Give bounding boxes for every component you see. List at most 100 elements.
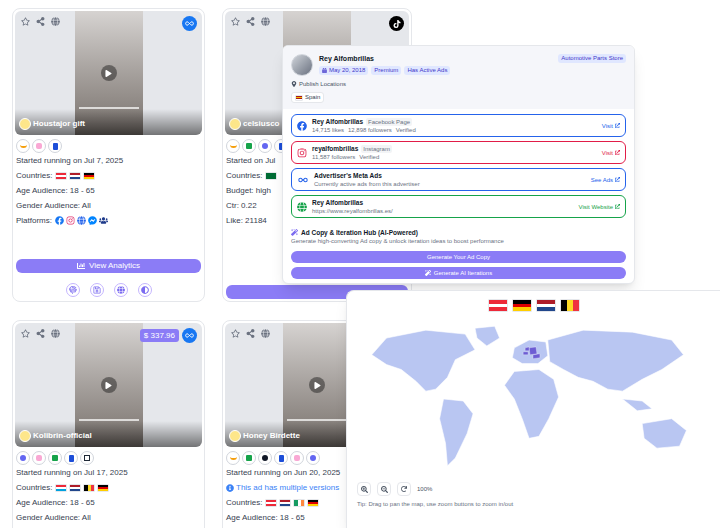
advertiser-name[interactable]: celsiusco — [243, 119, 279, 129]
link-meta: Verified — [396, 126, 416, 134]
link-action[interactable]: Visit — [602, 122, 620, 130]
advertiser-chip: Premium — [371, 66, 401, 75]
share-icon[interactable] — [36, 17, 45, 26]
payment-icon — [226, 139, 240, 153]
advertiser-link-row[interactable]: Advertiser's Meta AdsCurrently active ad… — [291, 168, 626, 191]
external-link-icon[interactable] — [615, 150, 620, 155]
info-icon — [226, 484, 234, 492]
view-analytics-button[interactable]: View Analytics — [16, 259, 201, 273]
advertiser-link-row[interactable]: reyalfombrillasInstagram11,587 followers… — [291, 141, 626, 164]
instagram-icon — [297, 148, 307, 158]
star-icon[interactable] — [231, 17, 240, 26]
play-icon[interactable] — [105, 70, 112, 77]
ad-card[interactable]: Houstajor giftStarted running on Jul 7, … — [12, 8, 205, 302]
payment-methods — [16, 451, 201, 465]
detail-text: Age Audience: 18 - 65 — [16, 183, 201, 198]
link-tag: Instagram — [361, 145, 392, 153]
save-icon[interactable] — [93, 286, 101, 294]
payment-icon — [274, 451, 288, 465]
globe-icon[interactable] — [51, 329, 60, 338]
share-icon[interactable] — [246, 329, 255, 338]
link-title: Rey Alfombrillas — [312, 117, 363, 126]
highlighted-country[interactable] — [523, 352, 528, 355]
ad-media[interactable]: Houstajor gift — [15, 11, 202, 135]
payment-icon — [16, 451, 30, 465]
star-icon[interactable] — [21, 329, 30, 338]
hub-button[interactable]: Generate AI Iterations — [291, 267, 626, 279]
location-chip: Spain — [291, 92, 324, 103]
advertiser-name[interactable]: Houstajor gift — [33, 119, 85, 129]
advertiser-chip: Has Active Ads — [404, 66, 450, 75]
payment-icon — [226, 451, 240, 465]
star-icon[interactable] — [21, 17, 30, 26]
advertiser-avatar — [229, 430, 241, 442]
highlighted-country[interactable] — [529, 347, 537, 355]
ad-copy-hub: Ad Copy & Iteration Hub (AI-Powered)Gene… — [283, 218, 634, 283]
advertiser-header: Rey AlfombrillasMay 20, 2018PremiumHas A… — [283, 46, 634, 109]
facebook-icon — [297, 121, 307, 131]
advertiser-link-row[interactable]: Rey AlfombrillasFacebook Page14,715 like… — [291, 114, 626, 137]
hub-subtitle: Generate high-converting Ad copy & unloc… — [291, 237, 626, 245]
globe-icon[interactable] — [117, 286, 125, 294]
highlighted-country[interactable] — [525, 347, 529, 351]
location-icon — [291, 81, 297, 87]
external-link-icon[interactable] — [615, 123, 620, 128]
meta-badge — [182, 328, 197, 343]
ad-media[interactable]: $ 337.96Kolibrin-official — [15, 323, 202, 447]
zoom-level: 100% — [417, 485, 432, 493]
flag-icon — [295, 95, 303, 101]
play-icon[interactable] — [105, 382, 112, 389]
advertiser-chip: May 20, 2018 — [319, 66, 368, 75]
adjust-icon[interactable] — [141, 286, 149, 294]
globe-icon — [77, 216, 86, 225]
reset-button[interactable] — [397, 482, 411, 496]
card-action-button[interactable] — [90, 283, 104, 297]
globe-icon[interactable] — [51, 17, 60, 26]
globe-icon[interactable] — [261, 329, 270, 338]
payment-icon — [48, 139, 62, 153]
map-tip: Tip: Drag to pan the map, use zoom butto… — [357, 500, 710, 508]
zoom-out-button[interactable] — [377, 482, 391, 496]
meta-logo-icon — [184, 19, 195, 28]
card-action-button[interactable] — [114, 283, 128, 297]
share-icon[interactable] — [36, 329, 45, 338]
flag-icon — [279, 499, 291, 507]
flag-icon — [55, 172, 67, 180]
world-map[interactable] — [357, 320, 711, 478]
payment-icon — [16, 139, 30, 153]
countries-row: Countries: — [16, 168, 201, 183]
star-icon[interactable] — [231, 329, 240, 338]
advertiser-link-row[interactable]: Rey Alfombrillashttps://www.reyalfombril… — [291, 195, 626, 218]
meta-badge — [182, 16, 197, 31]
zoom-out-icon[interactable] — [381, 486, 388, 493]
card-action-button[interactable] — [66, 283, 80, 297]
play-icon[interactable] — [314, 382, 321, 389]
flag-icon — [265, 499, 277, 507]
fingerprint-icon[interactable] — [69, 286, 77, 294]
flag-icon — [83, 172, 95, 180]
external-link-icon[interactable] — [615, 177, 620, 182]
advertiser-avatar — [19, 430, 31, 442]
payment-icon — [242, 139, 256, 153]
globe-icon[interactable] — [261, 17, 270, 26]
payment-icon — [306, 451, 320, 465]
tiktok-badge — [389, 16, 404, 31]
payment-icon — [80, 451, 94, 465]
hub-button[interactable]: Generate Your Ad Copy — [291, 251, 626, 263]
flag-icon — [55, 484, 67, 492]
external-link-icon[interactable] — [615, 204, 620, 209]
ad-card[interactable]: $ 337.96Kolibrin-officialStarted running… — [12, 320, 205, 528]
share-icon[interactable] — [246, 17, 255, 26]
calendar-icon — [322, 68, 327, 73]
card-action-button[interactable] — [138, 283, 152, 297]
link-title: reyalfombrillas — [312, 144, 358, 153]
link-action[interactable]: Visit Website — [579, 203, 620, 211]
link-action[interactable]: Visit — [602, 149, 620, 157]
advertiser-name[interactable]: Honey Birdette — [243, 431, 300, 441]
reset-icon[interactable] — [401, 486, 407, 492]
advertiser-name[interactable]: Kolibrin-official — [33, 431, 92, 441]
zoom-in-icon[interactable] — [361, 486, 368, 493]
zoom-in-button[interactable] — [357, 482, 371, 496]
link-action[interactable]: See Ads — [591, 176, 620, 184]
highlighted-country[interactable] — [533, 354, 540, 359]
